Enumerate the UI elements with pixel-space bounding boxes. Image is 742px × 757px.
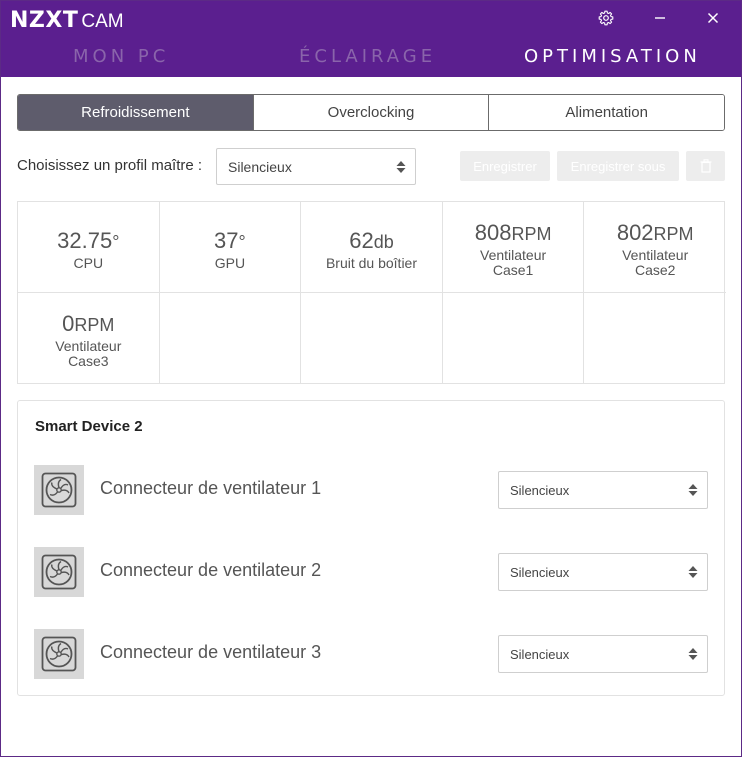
save-profile-as-button[interactable]: Enregistrer sous <box>557 151 679 181</box>
stat-fan-case3-unit: RPM <box>74 315 115 335</box>
stat-fan-case2-label: Ventilateur Case2 <box>622 247 689 278</box>
stat-noise-unit: db <box>373 232 394 252</box>
fan-connector-label-3: Connecteur de ventilateur 3 <box>100 642 322 662</box>
smart-device-panel: Smart Device 2 Connecteur de ventilateur… <box>17 400 725 696</box>
nav-tab-mon-pc[interactable]: MON PC <box>73 46 169 67</box>
stat-empty-cell <box>584 293 726 384</box>
fan-connector-3-mode: Silencieux <box>510 646 570 662</box>
minimize-button[interactable] <box>649 7 671 29</box>
select-arrows-icon <box>688 648 698 660</box>
settings-button[interactable] <box>595 7 617 29</box>
delete-profile-button[interactable] <box>686 151 725 181</box>
stat-empty-cell <box>443 293 585 384</box>
save-profile-button[interactable]: Enregistrer <box>460 151 550 181</box>
nav-tab-eclairage[interactable]: ÉCLAIRAGE <box>299 46 436 67</box>
gear-icon <box>598 10 614 26</box>
stat-fan-case2-value: 802 <box>616 220 654 245</box>
stat-fan-case1-value: 808 <box>474 220 512 245</box>
stat-cpu-unit: ° <box>112 232 120 252</box>
stat-fan-case2: 802RPM Ventilateur Case2 <box>584 202 726 293</box>
fan-connector-2-select[interactable]: Silencieux <box>498 553 708 591</box>
select-arrows-icon <box>396 160 406 173</box>
subtab-bar: Refroidissement Overclocking Alimentatio… <box>17 94 725 131</box>
stat-cpu: 32.75° CPU <box>18 202 160 293</box>
stat-noise: 62db Bruit du boîtier <box>301 202 443 293</box>
stat-fan-case3-value: 0 <box>62 311 75 336</box>
fan-connector-row: Connecteur de ventilateur 1 Silencieux <box>18 465 724 515</box>
logo-brand: NZXT <box>10 8 79 33</box>
subtab-refroidissement[interactable]: Refroidissement <box>18 95 253 130</box>
master-profile-value: Silencieux <box>228 158 292 175</box>
device-title: Smart Device 2 <box>35 418 143 435</box>
stat-cpu-value: 32.75 <box>57 228 113 253</box>
trash-icon <box>700 159 711 173</box>
stats-grid: 32.75° CPU 37° GPU 62db Bruit du boîtier… <box>17 201 726 384</box>
stat-fan-case2-unit: RPM <box>653 224 694 244</box>
fan-connector-2-mode: Silencieux <box>510 564 570 580</box>
fan-connector-row: Connecteur de ventilateur 3 Silencieux <box>18 629 724 679</box>
close-icon <box>707 12 719 24</box>
stat-fan-case1-unit: RPM <box>511 224 552 244</box>
stat-gpu-value: 37 <box>214 228 239 253</box>
fan-icon <box>34 465 84 515</box>
nzxt-cam-logo: NZXT CAM <box>10 7 124 33</box>
fan-icon <box>34 629 84 679</box>
logo-product: CAM <box>81 11 124 32</box>
stat-noise-value: 62 <box>349 228 374 253</box>
stat-cpu-label: CPU <box>73 255 104 271</box>
close-button[interactable] <box>702 7 724 29</box>
select-arrows-icon <box>688 484 698 496</box>
fan-icon <box>34 547 84 597</box>
stat-fan-case3: 0RPM Ventilateur Case3 <box>18 293 160 384</box>
stat-fan-case3-label: Ventilateur Case3 <box>55 338 122 369</box>
stat-gpu-label: GPU <box>214 255 246 271</box>
profile-label: Choisissez un profil maître : <box>17 157 203 174</box>
fan-connector-label-1: Connecteur de ventilateur 1 <box>100 478 322 498</box>
fan-connector-row: Connecteur de ventilateur 2 Silencieux <box>18 547 724 597</box>
subtab-overclocking[interactable]: Overclocking <box>252 95 489 130</box>
stat-empty-cell <box>301 293 443 384</box>
stat-gpu-unit: ° <box>238 232 246 252</box>
select-arrows-icon <box>688 566 698 578</box>
title-bar: NZXT CAM MON PC ÉCLAIRAGE OPTIMISATION <box>1 1 741 77</box>
fan-connector-label-2: Connecteur de ventilateur 2 <box>100 560 322 580</box>
stat-empty-cell <box>160 293 302 384</box>
fan-connector-1-mode: Silencieux <box>510 482 570 498</box>
minimize-icon <box>655 17 665 19</box>
stat-fan-case1: 808RPM Ventilateur Case1 <box>442 202 585 293</box>
fan-connector-3-select[interactable]: Silencieux <box>498 635 708 673</box>
master-profile-select[interactable]: Silencieux <box>216 148 416 185</box>
nav-tab-optimisation[interactable]: OPTIMISATION <box>524 46 701 67</box>
subtab-alimentation[interactable]: Alimentation <box>488 95 724 130</box>
fan-connector-1-select[interactable]: Silencieux <box>498 471 708 509</box>
stat-gpu: 37° GPU <box>159 202 302 293</box>
stat-noise-label: Bruit du boîtier <box>325 255 418 271</box>
stat-fan-case1-label: Ventilateur Case1 <box>480 247 547 278</box>
app-window: NZXT CAM MON PC ÉCLAIRAGE OPTIMISATION R… <box>0 0 742 757</box>
